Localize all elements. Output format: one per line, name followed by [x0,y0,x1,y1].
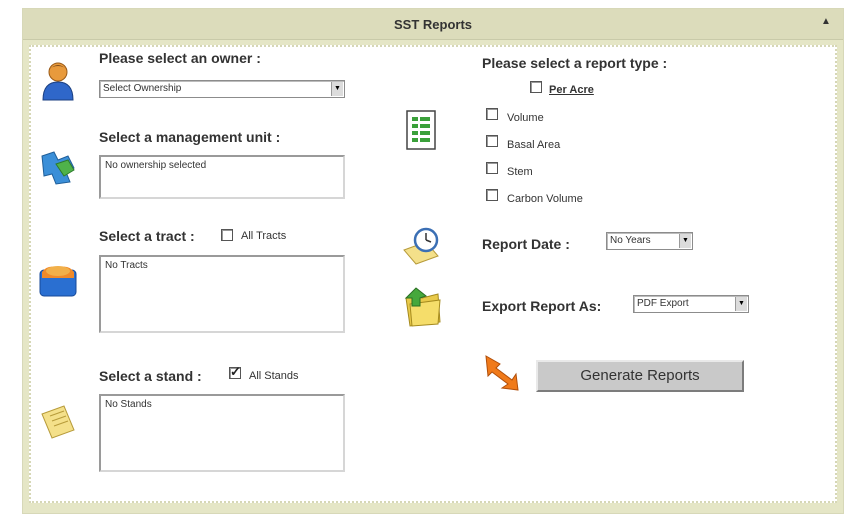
panel-title: SST Reports [393,17,472,32]
tract-label: Select a tract : [99,228,195,244]
document-list-icon [406,110,436,150]
report-date-select[interactable]: No Years ▼ [606,232,693,250]
export-select-value: PDF Export [637,298,689,309]
basal-area-checkbox[interactable] [486,135,498,147]
owner-label: Please select an owner : [99,50,261,66]
stem-checkbox[interactable] [486,162,498,174]
generate-reports-button[interactable]: Generate Reports [536,360,744,392]
management-unit-list-text: No ownership selected [105,160,207,171]
per-acre-checkbox[interactable] [530,81,542,93]
tract-list-text: No Tracts [105,260,148,271]
puzzle-icon [41,151,75,185]
carbon-volume-label: Carbon Volume [507,193,583,205]
chevron-down-icon[interactable]: ▼ [679,234,691,248]
export-label: Export Report As: [482,298,602,314]
user-icon [42,62,74,101]
report-date-select-value: No Years [610,235,651,246]
clock-icon [403,227,439,265]
all-stands-checkbox[interactable] [229,364,241,380]
stand-list[interactable]: No Stands [99,394,345,472]
all-stands-label: All Stands [249,370,299,382]
report-date-label: Report Date : [482,236,570,252]
stem-label: Stem [507,166,533,178]
export-select[interactable]: PDF Export ▼ [633,295,749,313]
export-folder-icon [404,287,441,327]
arrow-icon [485,355,519,391]
all-tracts-label: All Tracts [241,230,287,242]
tract-list[interactable]: No Tracts [99,255,345,333]
stand-list-text: No Stands [105,399,152,410]
all-tracts-checkbox[interactable] [221,229,233,241]
per-acre-label[interactable]: Per Acre [549,84,594,96]
owner-select[interactable]: Select Ownership ▼ [99,80,345,98]
basal-area-label: Basal Area [507,139,561,151]
management-unit-label: Select a management unit : [99,129,281,145]
owner-select-value: Select Ownership [103,83,182,94]
panel-titlebar: SST Reports ▲ [23,9,843,40]
chevron-down-icon[interactable]: ▼ [331,82,343,96]
collapse-icon[interactable]: ▲ [821,16,831,28]
volume-label: Volume [507,112,544,124]
chevron-down-icon[interactable]: ▼ [735,297,747,311]
carbon-volume-checkbox[interactable] [486,189,498,201]
stand-label: Select a stand : [99,368,202,384]
folder-map-icon [39,266,77,297]
report-type-label: Please select a report type : [482,55,668,71]
management-unit-list[interactable]: No ownership selected [99,155,345,199]
note-icon [41,405,75,439]
volume-checkbox[interactable] [486,108,498,120]
